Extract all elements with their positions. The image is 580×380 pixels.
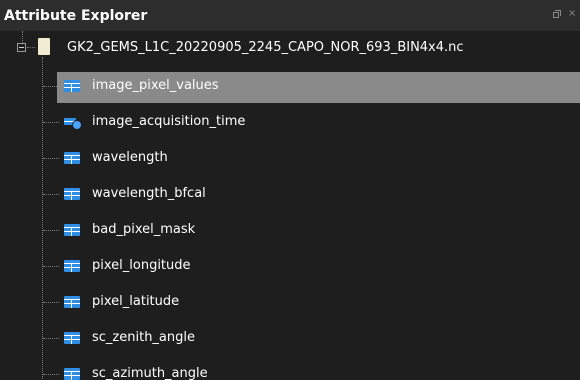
tree-item-pixel-latitude[interactable]: pixel_latitude (0, 287, 580, 317)
file-icon (38, 38, 50, 55)
tree-item-label: image_acquisition_time (92, 114, 246, 129)
tree-item-wavelength[interactable]: wavelength (0, 143, 580, 173)
tree-connector (27, 47, 35, 48)
tree-connector (43, 338, 59, 339)
tree-item-label: wavelength (92, 150, 168, 165)
tree-item-pixel-longitude[interactable]: pixel_longitude (0, 251, 580, 281)
tree-item-label: sc_zenith_angle (92, 330, 195, 345)
tree-item-label: image_pixel_values (92, 78, 219, 93)
tree-connector (43, 122, 59, 123)
table-icon (64, 260, 80, 272)
tree-item-label: sc_azimuth_angle (92, 366, 208, 380)
panel-title: Attribute Explorer (4, 8, 148, 24)
collapse-icon[interactable] (17, 43, 26, 52)
table-icon (64, 188, 80, 200)
table-icon (64, 80, 80, 92)
tree-item-bad-pixel-mask[interactable]: bad_pixel_mask (0, 215, 580, 245)
panel-titlebar: Attribute Explorer × (0, 0, 580, 31)
tree-connector (43, 158, 59, 159)
tree-item-sc-azimuth-angle[interactable]: sc_azimuth_angle (0, 359, 580, 380)
restore-icon[interactable] (553, 10, 561, 18)
tree-item-wavelength-bfcal[interactable]: wavelength_bfcal (0, 179, 580, 209)
attribute-explorer-panel: Attribute Explorer × GK2_GEMS_L1C_202209… (0, 0, 580, 380)
table-icon (64, 152, 80, 164)
tree-connector (43, 302, 59, 303)
tree-item-label: pixel_latitude (92, 294, 180, 309)
tree-item-label: wavelength_bfcal (92, 186, 206, 201)
tree-item-label: pixel_longitude (92, 258, 191, 273)
table-icon (64, 368, 80, 380)
tree-item-image-pixel-values[interactable]: image_pixel_values (0, 71, 580, 103)
attribute-icon (64, 115, 82, 130)
root-file-label: GK2_GEMS_L1C_20220905_2245_CAPO_NOR_693_… (67, 40, 464, 55)
tree-connector (43, 194, 59, 195)
tree-item-image-acquisition-time[interactable]: image_acquisition_time (0, 107, 580, 137)
tree-item-sc-zenith-angle[interactable]: sc_zenith_angle (0, 323, 580, 353)
tree-connector (43, 86, 59, 87)
table-icon (64, 224, 80, 236)
attribute-tree: GK2_GEMS_L1C_20220905_2245_CAPO_NOR_693_… (0, 31, 580, 380)
table-icon (64, 332, 80, 344)
close-icon[interactable]: × (568, 9, 576, 19)
tree-connector (43, 374, 59, 375)
tree-item-label: bad_pixel_mask (92, 222, 196, 237)
tree-root-node[interactable]: GK2_GEMS_L1C_20220905_2245_CAPO_NOR_693_… (0, 33, 580, 63)
table-icon (64, 296, 80, 308)
tree-connector (43, 230, 59, 231)
tree-connector (43, 266, 59, 267)
